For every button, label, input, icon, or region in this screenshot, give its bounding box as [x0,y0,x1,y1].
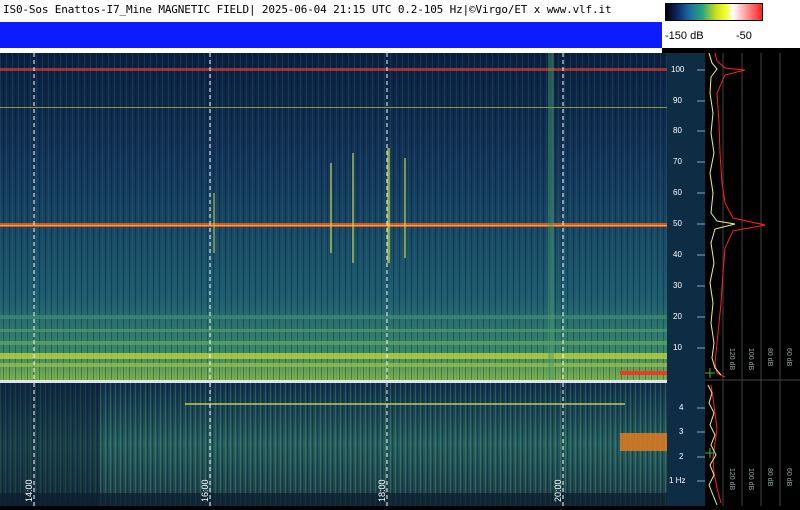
legend-max-label: -50 [736,30,752,42]
freq-label: 20 [673,312,682,321]
db-label: 80 dB [766,468,773,487]
db-label: 80 dB [766,348,773,367]
time-label: 14:00 [24,479,34,502]
spectrum-profile: 120 dB 100 dB 80 dB 60 dB 120 dB 100 dB … [705,52,800,506]
db-label: 120 dB [728,348,735,371]
freq-label: 80 [673,126,682,135]
freq-label: 2 [679,452,684,461]
freq-label: 70 [673,157,682,166]
freq-label: 30 [673,281,682,290]
freq-label: 100 [671,65,685,74]
freq-label: 90 [673,96,682,105]
freq-label: 60 [673,188,682,197]
freq-label: 40 [673,250,682,259]
time-label: 16:00 [200,479,210,502]
blue-band [0,22,662,48]
time-label: 20:00 [553,479,563,502]
freq-label: 3 [679,427,684,436]
freq-label: 50 [673,219,682,228]
color-scale-bar [665,3,763,21]
db-label: 60 dB [785,348,792,367]
freq-label: 1 Hz [669,476,686,485]
color-legend: -150 dB -50 [662,0,800,48]
frequency-scale: 100 90 80 70 60 50 40 30 20 10 4 3 2 1 H… [667,53,705,506]
title-text: IS0-Sos Enattos-I7_Mine MAGNETIC FIELD| … [3,3,612,16]
freq-label: 4 [679,403,684,412]
time-label: 18:00 [377,479,387,502]
freq-label: 10 [673,343,682,352]
db-label: 100 dB [747,468,754,491]
db-label: 100 dB [747,348,754,371]
db-label: 60 dB [785,468,792,487]
spectrogram-top [0,53,667,380]
db-label: 120 dB [728,468,735,491]
spectrogram-bottom [0,383,667,506]
title-bar: IS0-Sos Enattos-I7_Mine MAGNETIC FIELD| … [0,0,662,22]
legend-min-label: -150 dB [665,30,704,42]
